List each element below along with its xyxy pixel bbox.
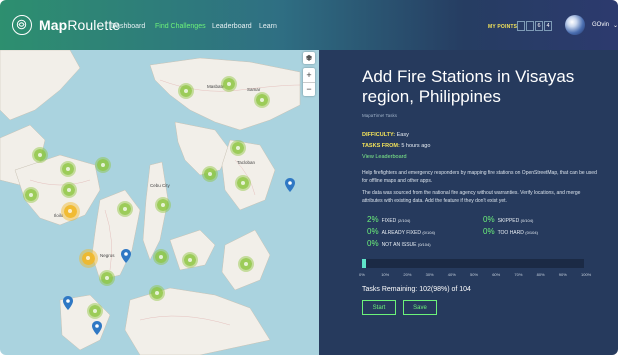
task-cluster-marker[interactable] <box>256 94 268 106</box>
task-cluster-marker[interactable] <box>155 251 167 263</box>
task-cluster-marker-large[interactable] <box>64 205 77 218</box>
progress-tick-label: 30% <box>425 272 434 277</box>
difficulty-row: DIFFICULTY: Easy <box>362 132 409 138</box>
task-cluster-marker[interactable] <box>101 272 113 284</box>
tasks-from-label: TASKS FROM: <box>362 143 400 149</box>
completion-progress-bar <box>362 259 584 268</box>
progress-tick-label: 60% <box>492 272 501 277</box>
task-cluster-marker[interactable] <box>89 305 101 317</box>
map-label: Tacloban <box>237 160 256 165</box>
user-name[interactable]: GOvin <box>592 22 609 28</box>
zoom-control: + − <box>303 68 315 96</box>
stat-skipped: 0% SKIPPED (0/104) <box>483 215 534 224</box>
progress-tick-label: 50% <box>470 272 479 277</box>
maproulette-logo-icon[interactable] <box>12 15 32 35</box>
challenge-description-2: The data was sourced from the national f… <box>362 190 581 204</box>
progress-tick-label: 80% <box>536 272 545 277</box>
points-digit: 6 <box>535 21 543 31</box>
points-digit <box>517 21 525 31</box>
task-pin-icon[interactable] <box>121 249 131 263</box>
challenge-map[interactable]: Masbate Samar Iloilo Cebu City Tacloban … <box>0 50 319 355</box>
top-nav-bar: MapRoulette Dashboard Find Challenges Le… <box>0 0 618 50</box>
task-cluster-marker[interactable] <box>157 199 169 211</box>
tasks-remaining: Tasks Remaining: 102(98%) of 104 <box>362 286 471 293</box>
layers-icon[interactable] <box>303 52 315 64</box>
task-cluster-marker[interactable] <box>97 159 109 171</box>
save-button[interactable]: Save <box>403 300 437 315</box>
map-label: Masbate <box>207 84 225 89</box>
tasks-from-row: TASKS FROM: 5 hours ago <box>362 143 430 149</box>
tasks-from-value: 5 hours ago <box>401 143 431 149</box>
task-cluster-marker[interactable] <box>223 78 235 90</box>
progress-tick-label: 90% <box>558 272 567 277</box>
task-cluster-marker-large[interactable] <box>82 252 95 265</box>
points-digit <box>526 21 534 31</box>
map-label: Samar <box>247 87 261 92</box>
task-cluster-marker[interactable] <box>180 85 192 97</box>
progress-tick-label: 20% <box>403 272 412 277</box>
zoom-in-button[interactable]: + <box>303 68 315 83</box>
zoom-out-button[interactable]: − <box>303 83 315 96</box>
difficulty-value: Easy <box>396 132 409 138</box>
chevron-down-icon[interactable]: ⌄ <box>613 22 618 29</box>
challenge-title: Add Fire Stations in Visayas region, Phi… <box>362 67 575 106</box>
map-label: Negros <box>100 253 115 258</box>
nav-learn[interactable]: Learn <box>259 23 277 30</box>
stat-already-fixed: 0% ALREADY FIXED (0/104) <box>367 227 436 236</box>
my-points-label: MY POINTS <box>488 24 518 30</box>
task-cluster-marker[interactable] <box>119 203 131 215</box>
app-window: MapRoulette Dashboard Find Challenges Le… <box>0 0 618 355</box>
progress-tick-label: 40% <box>447 272 456 277</box>
task-cluster-marker[interactable] <box>232 142 244 154</box>
challenge-description: Help firefighters and emergency responde… <box>362 170 597 184</box>
task-cluster-marker[interactable] <box>34 149 46 161</box>
task-cluster-marker[interactable] <box>62 163 74 175</box>
progress-tick-label: 70% <box>514 272 523 277</box>
task-cluster-marker[interactable] <box>151 287 163 299</box>
progress-tick-label: 100% <box>581 272 592 277</box>
view-leaderboard-link[interactable]: View Leaderboard <box>362 154 407 160</box>
user-avatar[interactable] <box>565 15 585 35</box>
nav-find-challenges[interactable]: Find Challenges <box>155 23 206 30</box>
progress-tick-label: 10% <box>381 272 390 277</box>
difficulty-label: DIFFICULTY: <box>362 132 396 138</box>
task-pin-icon[interactable] <box>63 296 73 310</box>
challenge-owner[interactable]: MapaTime! Tasks <box>362 113 397 118</box>
start-button[interactable]: Start <box>362 300 396 315</box>
nav-dashboard[interactable]: Dashboard <box>111 23 145 30</box>
completion-progress-fill <box>362 259 366 268</box>
task-cluster-marker[interactable] <box>204 168 216 180</box>
task-cluster-marker[interactable] <box>25 189 37 201</box>
progress-tick-label: 0% <box>359 272 365 277</box>
stat-too-hard: 0% TOO HARD (0/104) <box>483 227 538 236</box>
map-label: Cebu City <box>150 183 170 188</box>
map-label: Iloilo <box>54 213 64 218</box>
app-logo-text[interactable]: MapRoulette <box>39 17 120 33</box>
challenge-details-panel: Add Fire Stations in Visayas region, Phi… <box>319 50 618 355</box>
task-cluster-marker[interactable] <box>63 184 75 196</box>
task-cluster-marker[interactable] <box>184 254 196 266</box>
stat-fixed: 2% FIXED (2/104) <box>367 215 411 224</box>
task-cluster-marker[interactable] <box>237 177 249 189</box>
task-pin-icon[interactable] <box>285 178 295 192</box>
points-digit: 4 <box>544 21 552 31</box>
stat-not-an-issue: 0% NOT AN ISSUE (0/104) <box>367 239 431 248</box>
nav-leaderboard[interactable]: Leaderboard <box>212 23 252 30</box>
task-cluster-marker[interactable] <box>240 258 252 270</box>
task-pin-icon[interactable] <box>92 321 102 335</box>
